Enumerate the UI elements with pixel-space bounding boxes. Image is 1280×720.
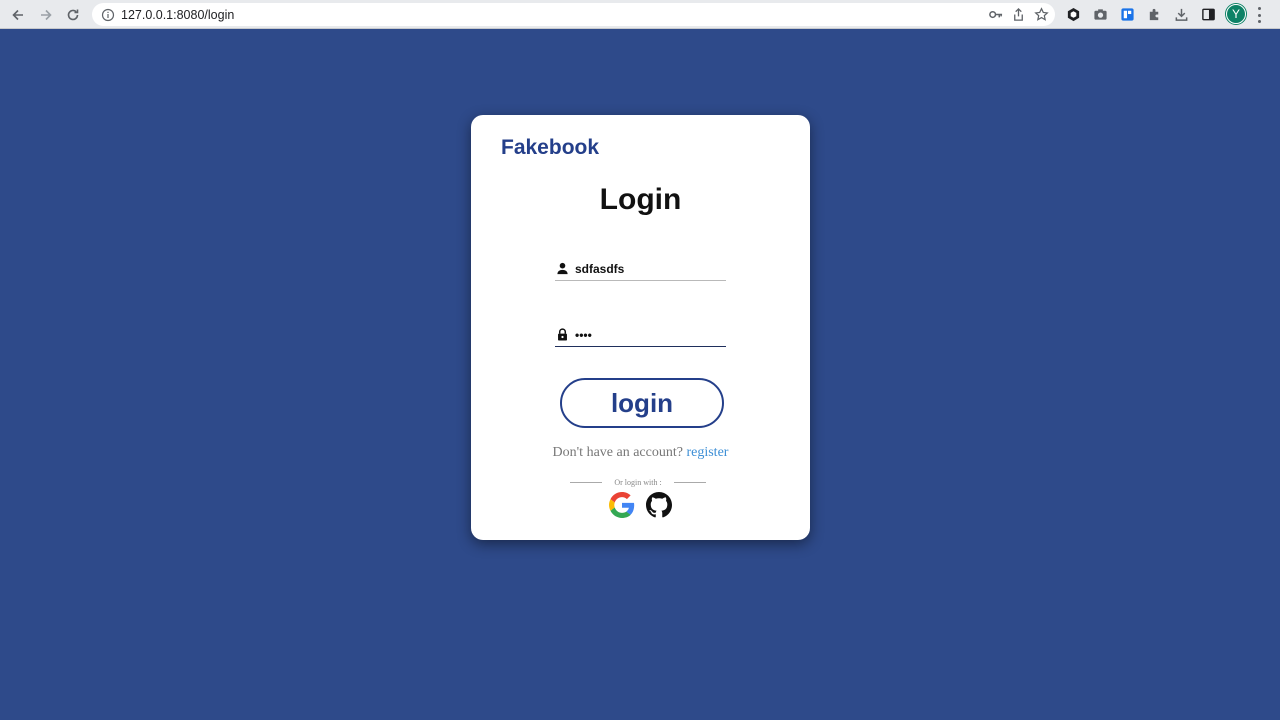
side-panel-icon: [1201, 8, 1215, 20]
site-info-icon[interactable]: [101, 8, 115, 22]
share-icon[interactable]: [1011, 7, 1026, 22]
divider-line-left: [570, 482, 603, 483]
downloads-button[interactable]: [1172, 5, 1190, 23]
bookmark-star-icon[interactable]: [1034, 7, 1049, 22]
google-icon: [609, 492, 635, 518]
brand-logo-text[interactable]: Fakebook: [501, 136, 599, 160]
github-login-button[interactable]: [646, 492, 672, 518]
url-text[interactable]: 127.0.0.1:8080/login: [121, 8, 234, 22]
divider-line-right: [673, 482, 706, 483]
no-account-text: Don't have an account?: [552, 445, 683, 460]
password-input[interactable]: [575, 327, 715, 342]
user-icon: [557, 262, 568, 275]
cube-icon: [1067, 7, 1079, 21]
login-button[interactable]: login: [560, 378, 724, 428]
register-link[interactable]: register: [686, 445, 728, 460]
puzzle-icon: [1149, 8, 1158, 20]
forward-button[interactable]: [35, 4, 57, 26]
side-panel-button[interactable]: [1199, 5, 1217, 23]
password-field[interactable]: [555, 323, 726, 347]
social-login-divider: Or login with :: [567, 478, 709, 487]
extension-1-button[interactable]: [1064, 5, 1082, 23]
signup-prompt: Don't have an account? register: [471, 445, 810, 461]
username-input[interactable]: [575, 261, 715, 276]
lock-icon: [558, 328, 567, 341]
profile-avatar[interactable]: Y: [1226, 4, 1246, 24]
github-icon: [646, 492, 672, 518]
extensions-button[interactable]: [1145, 5, 1163, 23]
google-login-button[interactable]: [609, 492, 635, 518]
social-login-buttons: [471, 492, 810, 518]
browser-toolbar: 127.0.0.1:8080/login Y: [0, 0, 1280, 29]
back-button[interactable]: [7, 4, 29, 26]
address-bar[interactable]: 127.0.0.1:8080/login: [92, 3, 1055, 26]
back-arrow-icon: [12, 9, 23, 21]
page-title: Login: [599, 183, 682, 216]
extension-3-button[interactable]: [1118, 5, 1136, 23]
forward-arrow-icon: [41, 9, 52, 21]
reload-button[interactable]: [62, 4, 84, 26]
app-extension-icon: [1120, 7, 1134, 21]
login-card: Fakebook Login login Don't have an accou…: [471, 115, 810, 540]
key-icon[interactable]: [988, 7, 1003, 22]
or-login-with-text: Or login with :: [614, 478, 662, 487]
browser-menu-button[interactable]: [1258, 7, 1262, 23]
reload-icon: [67, 9, 79, 21]
extension-2-button[interactable]: [1091, 5, 1109, 23]
download-icon: [1175, 8, 1187, 21]
camera-icon: [1093, 8, 1107, 20]
username-field[interactable]: [555, 257, 726, 281]
